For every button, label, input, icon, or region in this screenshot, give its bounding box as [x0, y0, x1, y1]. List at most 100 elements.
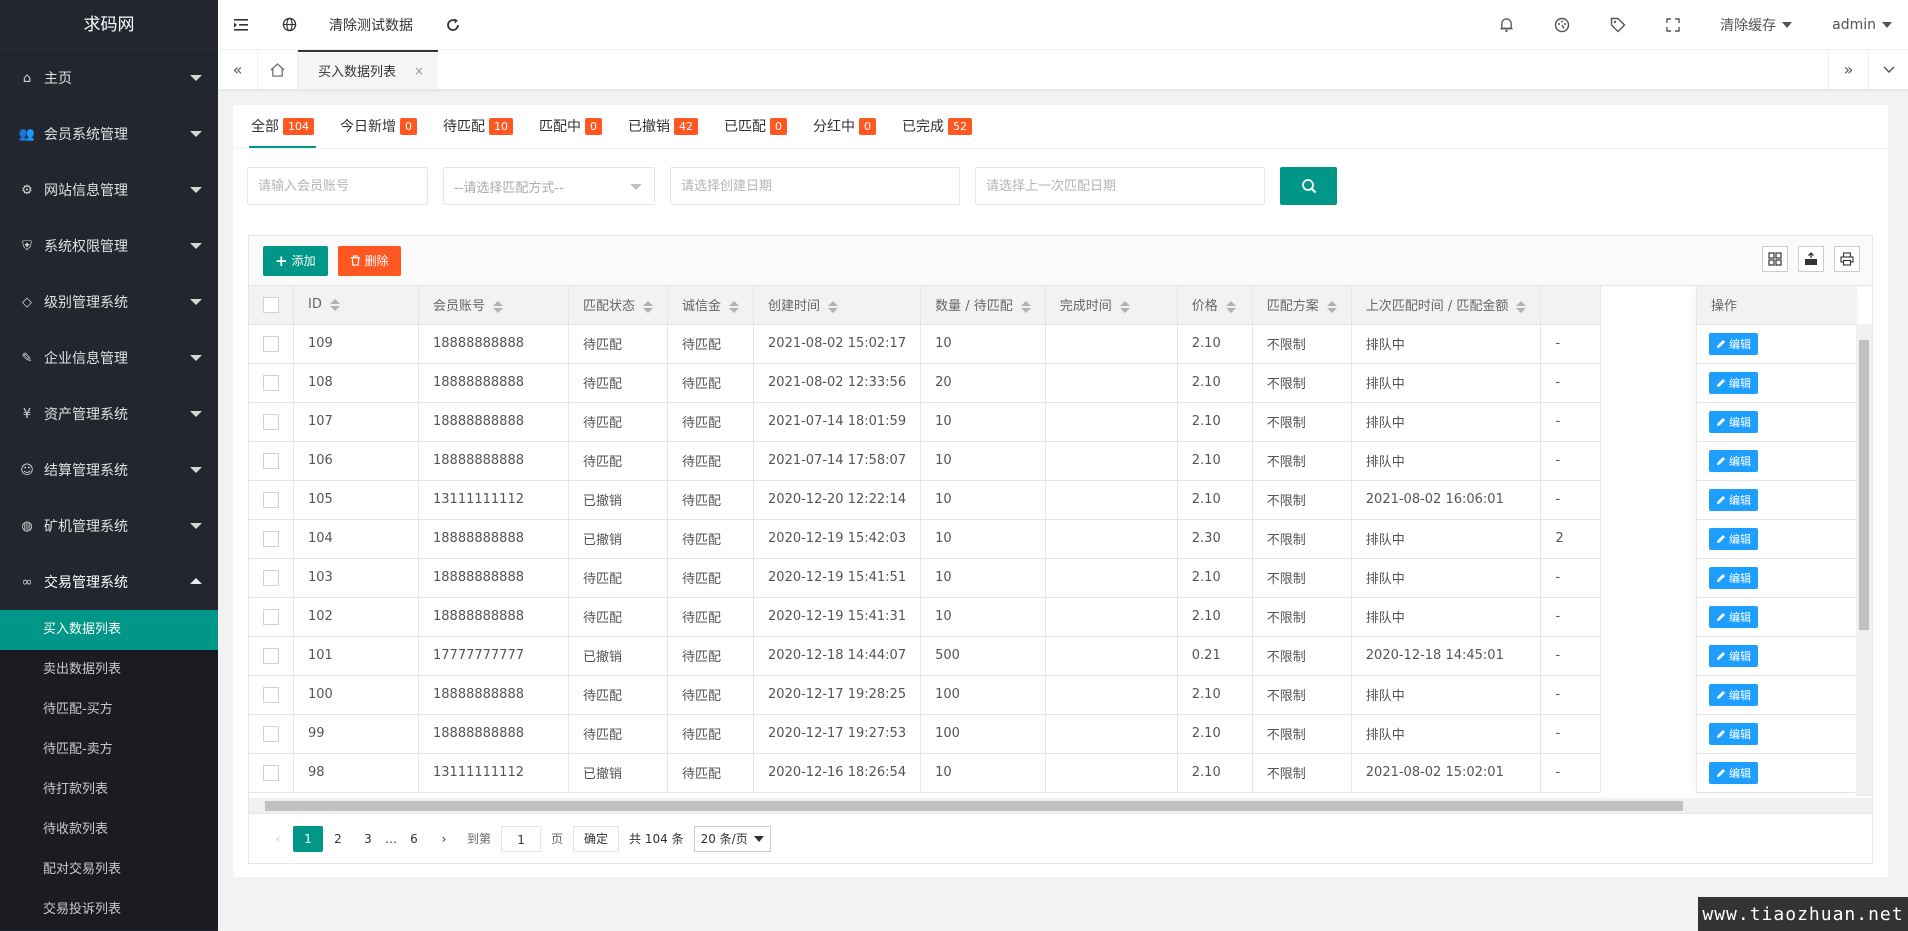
page-number[interactable]: 1: [293, 825, 323, 852]
column-header[interactable]: 完成时间: [1045, 286, 1178, 325]
sort-icon[interactable]: [1119, 300, 1130, 313]
add-button[interactable]: + 添加: [263, 245, 328, 276]
create-date-field[interactable]: [670, 167, 960, 205]
column-header[interactable]: 数量 / 待匹配: [920, 286, 1046, 325]
bell-icon[interactable]: [1479, 0, 1534, 50]
tabs-scroll-right-icon[interactable]: »: [1828, 50, 1868, 89]
table-row[interactable]: 102 18888888888 待匹配 待匹配 2020-12-19 15:41:31 1…: [249, 597, 1602, 637]
edit-button[interactable]: 编辑: [1709, 371, 1758, 394]
clear-cache-menu[interactable]: 清除缓存: [1700, 0, 1812, 50]
table-row[interactable]: 106 18888888888 待匹配 待匹配 2021-07-14 17:58:07 1…: [249, 441, 1602, 481]
column-header[interactable]: 创建时间: [753, 286, 922, 325]
row-checkbox[interactable]: [263, 374, 279, 391]
match-method-select[interactable]: --请选择匹配方式--: [443, 167, 655, 205]
horizontal-scrollbar-thumb[interactable]: [265, 801, 1683, 811]
account-search-field[interactable]: [247, 167, 428, 205]
row-checkbox[interactable]: [263, 569, 279, 586]
column-header[interactable]: 匹配状态: [568, 286, 669, 325]
page-number[interactable]: 6: [399, 826, 429, 852]
sort-icon[interactable]: [1020, 300, 1031, 313]
export-icon[interactable]: [1798, 246, 1824, 272]
tabs-scroll-left-icon[interactable]: «: [218, 50, 258, 89]
table-row[interactable]: 100 18888888888 待匹配 待匹配 2020-12-17 19:28:25 1…: [249, 675, 1602, 715]
column-header[interactable]: ID: [293, 286, 419, 325]
select-all-checkbox[interactable]: [263, 296, 279, 313]
sidebar-item-0[interactable]: ⌂ 主页: [0, 50, 218, 106]
edit-button[interactable]: 编辑: [1709, 566, 1758, 589]
vertical-scrollbar[interactable]: [1856, 324, 1872, 796]
sort-icon[interactable]: [643, 300, 654, 313]
edit-button[interactable]: 编辑: [1709, 644, 1758, 667]
last-match-date-field[interactable]: [975, 167, 1265, 205]
globe-icon[interactable]: [266, 0, 313, 50]
sidebar-item-1[interactable]: 👥 会员系统管理: [0, 106, 218, 162]
status-tab[interactable]: 已完成 52: [902, 104, 972, 148]
sidebar-item-9[interactable]: ∞ 交易管理系统: [0, 554, 218, 610]
sort-icon[interactable]: [1225, 300, 1236, 313]
status-tab[interactable]: 待匹配 10: [443, 104, 513, 148]
table-row[interactable]: 109 18888888888 待匹配 待匹配 2021-08-02 15:02:17 1…: [249, 324, 1602, 364]
row-checkbox[interactable]: [263, 452, 279, 469]
user-menu[interactable]: admin: [1812, 0, 1898, 50]
search-button[interactable]: [1280, 167, 1337, 205]
app-logo[interactable]: 求码网: [0, 0, 218, 50]
tab-buy-data-list[interactable]: 买入数据列表 ×: [298, 50, 439, 89]
clear-test-data-button[interactable]: 清除测试数据: [313, 0, 429, 50]
sort-icon[interactable]: [828, 300, 839, 313]
edit-button[interactable]: 编辑: [1709, 410, 1758, 433]
row-checkbox[interactable]: [263, 413, 279, 430]
print-icon[interactable]: [1834, 246, 1860, 272]
submenu-item[interactable]: 卖出数据列表: [0, 650, 218, 690]
status-tab[interactable]: 已撤销 42: [628, 104, 698, 148]
status-tab[interactable]: 今日新增 0: [340, 104, 417, 148]
sidebar-item-2[interactable]: ⚙ 网站信息管理: [0, 162, 218, 218]
sidebar-item-7[interactable]: ☺ 结算管理系统: [0, 442, 218, 498]
status-tab[interactable]: 已匹配 0: [724, 104, 787, 148]
close-icon[interactable]: ×: [414, 64, 424, 78]
edit-button[interactable]: 编辑: [1709, 683, 1758, 706]
table-row[interactable]: 101 17777777777 已撤销 待匹配 2020-12-18 14:44:07 5…: [249, 636, 1602, 676]
refresh-icon[interactable]: [429, 0, 477, 50]
tag-icon[interactable]: [1590, 0, 1646, 50]
vertical-scrollbar-thumb[interactable]: [1859, 340, 1869, 630]
column-header[interactable]: 诚信金: [667, 286, 755, 325]
sidebar-item-6[interactable]: ¥ 资产管理系统: [0, 386, 218, 442]
table-row[interactable]: 108 18888888888 待匹配 待匹配 2021-08-02 12:33:56 2…: [249, 363, 1602, 403]
status-tab[interactable]: 匹配中 0: [539, 104, 602, 148]
last-match-date-input[interactable]: [986, 178, 1254, 194]
submenu-item[interactable]: 待收款列表: [0, 810, 218, 850]
column-header[interactable]: 上次匹配时间 / 匹配金额: [1351, 286, 1542, 325]
edit-button[interactable]: 编辑: [1709, 761, 1758, 784]
tabs-menu-chevron-down-icon[interactable]: [1868, 50, 1908, 89]
sidebar-item-8[interactable]: ◍ 矿机管理系统: [0, 498, 218, 554]
sort-icon[interactable]: [729, 300, 740, 313]
table-row[interactable]: 105 13111111112 已撤销 待匹配 2020-12-20 12:22:14 1…: [249, 480, 1602, 520]
horizontal-scrollbar[interactable]: [249, 798, 1872, 814]
row-checkbox[interactable]: [263, 725, 279, 742]
sort-icon[interactable]: [329, 298, 340, 311]
column-header[interactable]: 匹配方案: [1252, 286, 1352, 325]
column-header[interactable]: 价格: [1177, 286, 1253, 325]
per-page-select[interactable]: 20 条/页: [693, 825, 771, 852]
row-checkbox[interactable]: [263, 686, 279, 703]
fullscreen-icon[interactable]: [1646, 0, 1700, 50]
menu-toggle-icon[interactable]: [218, 0, 266, 50]
edit-button[interactable]: 编辑: [1709, 332, 1758, 355]
row-checkbox[interactable]: [263, 530, 279, 547]
table-row[interactable]: 98 13111111112 已撤销 待匹配 2020-12-16 18:26:54 10…: [249, 753, 1602, 793]
sidebar-item-4[interactable]: ◇ 级别管理系统: [0, 274, 218, 330]
row-checkbox[interactable]: [263, 491, 279, 508]
submenu-item[interactable]: 待匹配-买方: [0, 690, 218, 730]
account-input[interactable]: [258, 178, 417, 194]
table-row[interactable]: 107 18888888888 待匹配 待匹配 2021-07-14 18:01:59 1…: [249, 402, 1602, 442]
table-row[interactable]: 104 18888888888 已撤销 待匹配 2020-12-19 15:42:03 1…: [249, 519, 1602, 559]
row-checkbox[interactable]: [263, 647, 279, 664]
column-header[interactable]: 会员账号: [418, 286, 569, 325]
row-checkbox[interactable]: [263, 608, 279, 625]
columns-filter-icon[interactable]: [1762, 246, 1788, 272]
status-tab[interactable]: 分红中 0: [813, 104, 876, 148]
sidebar-item-3[interactable]: ⛨ 系统权限管理: [0, 218, 218, 274]
submenu-item[interactable]: 配对交易列表: [0, 850, 218, 890]
home-tab-icon[interactable]: [258, 50, 298, 89]
table-row[interactable]: 103 18888888888 待匹配 待匹配 2020-12-19 15:41:51 1…: [249, 558, 1602, 598]
